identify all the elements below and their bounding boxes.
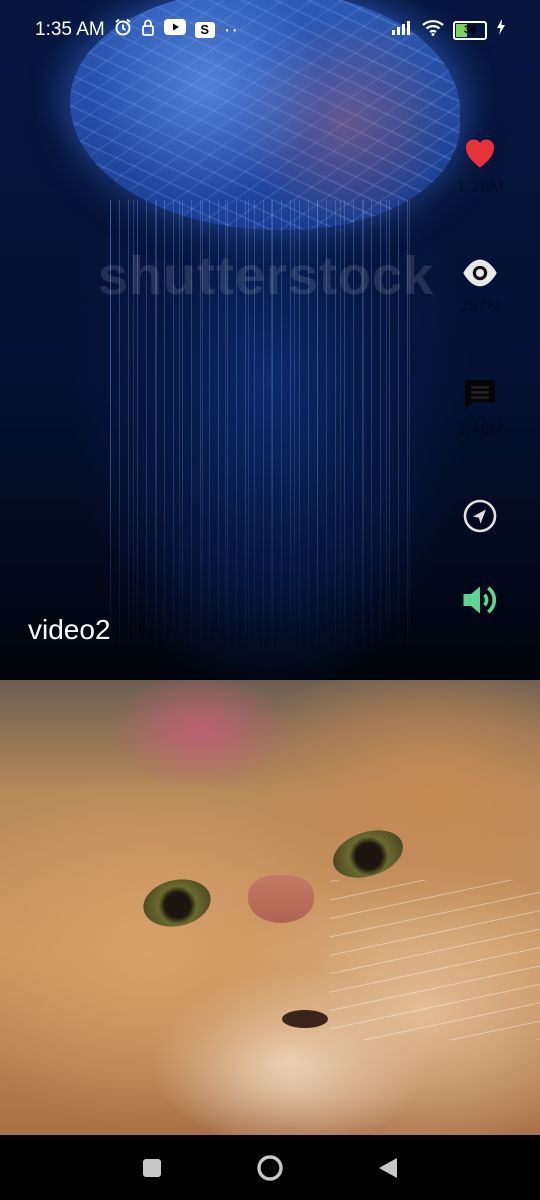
back-button[interactable] — [348, 1135, 428, 1200]
sound-button[interactable] — [450, 582, 510, 618]
comment-count: 3.46M — [456, 419, 504, 438]
signal-icon — [391, 19, 413, 41]
like-button[interactable]: 1.25M — [450, 135, 510, 197]
alarm-icon — [114, 18, 132, 42]
share-icon — [463, 499, 497, 533]
home-button[interactable] — [230, 1135, 310, 1200]
speaker-icon — [463, 586, 496, 614]
recents-square-icon — [143, 1158, 161, 1177]
home-circle-icon — [257, 1154, 283, 1181]
wifi-icon — [422, 19, 444, 42]
current-video[interactable]: shutterstock video2 — [0, 0, 540, 680]
recents-button[interactable] — [112, 1135, 192, 1200]
charging-icon — [496, 19, 506, 41]
more-dots-icon: ·· — [223, 18, 240, 41]
cat-whiskers — [330, 880, 540, 1040]
battery-level: 36 — [463, 23, 477, 36]
heart-icon — [465, 139, 495, 168]
cat-eye-right — [326, 821, 410, 887]
cat-mouth — [282, 1010, 328, 1028]
comment-icon — [465, 379, 495, 410]
status-bar: 1:35 AM S ·· 36 — [0, 0, 540, 60]
s-app-icon: S — [194, 22, 215, 38]
views-button[interactable]: 257M — [450, 258, 510, 316]
watermark: shutterstock — [98, 246, 435, 306]
youtube-icon — [163, 19, 186, 41]
like-count: 1.25M — [456, 177, 504, 196]
vpn-icon — [141, 19, 155, 42]
battery-icon: 36 — [453, 20, 487, 40]
cat-nose — [248, 875, 314, 923]
system-nav-bar — [0, 1135, 540, 1200]
share-button[interactable] — [450, 498, 510, 534]
back-triangle-icon — [379, 1157, 397, 1178]
eye-icon — [463, 259, 497, 287]
video-title: video2 — [28, 614, 111, 645]
views-count: 257M — [458, 296, 502, 315]
comment-button[interactable]: 3.46M — [450, 377, 510, 439]
cat-eye-left — [138, 873, 216, 933]
clock: 1:35 AM — [35, 19, 105, 40]
next-video-thumbnail[interactable] — [0, 680, 540, 1135]
